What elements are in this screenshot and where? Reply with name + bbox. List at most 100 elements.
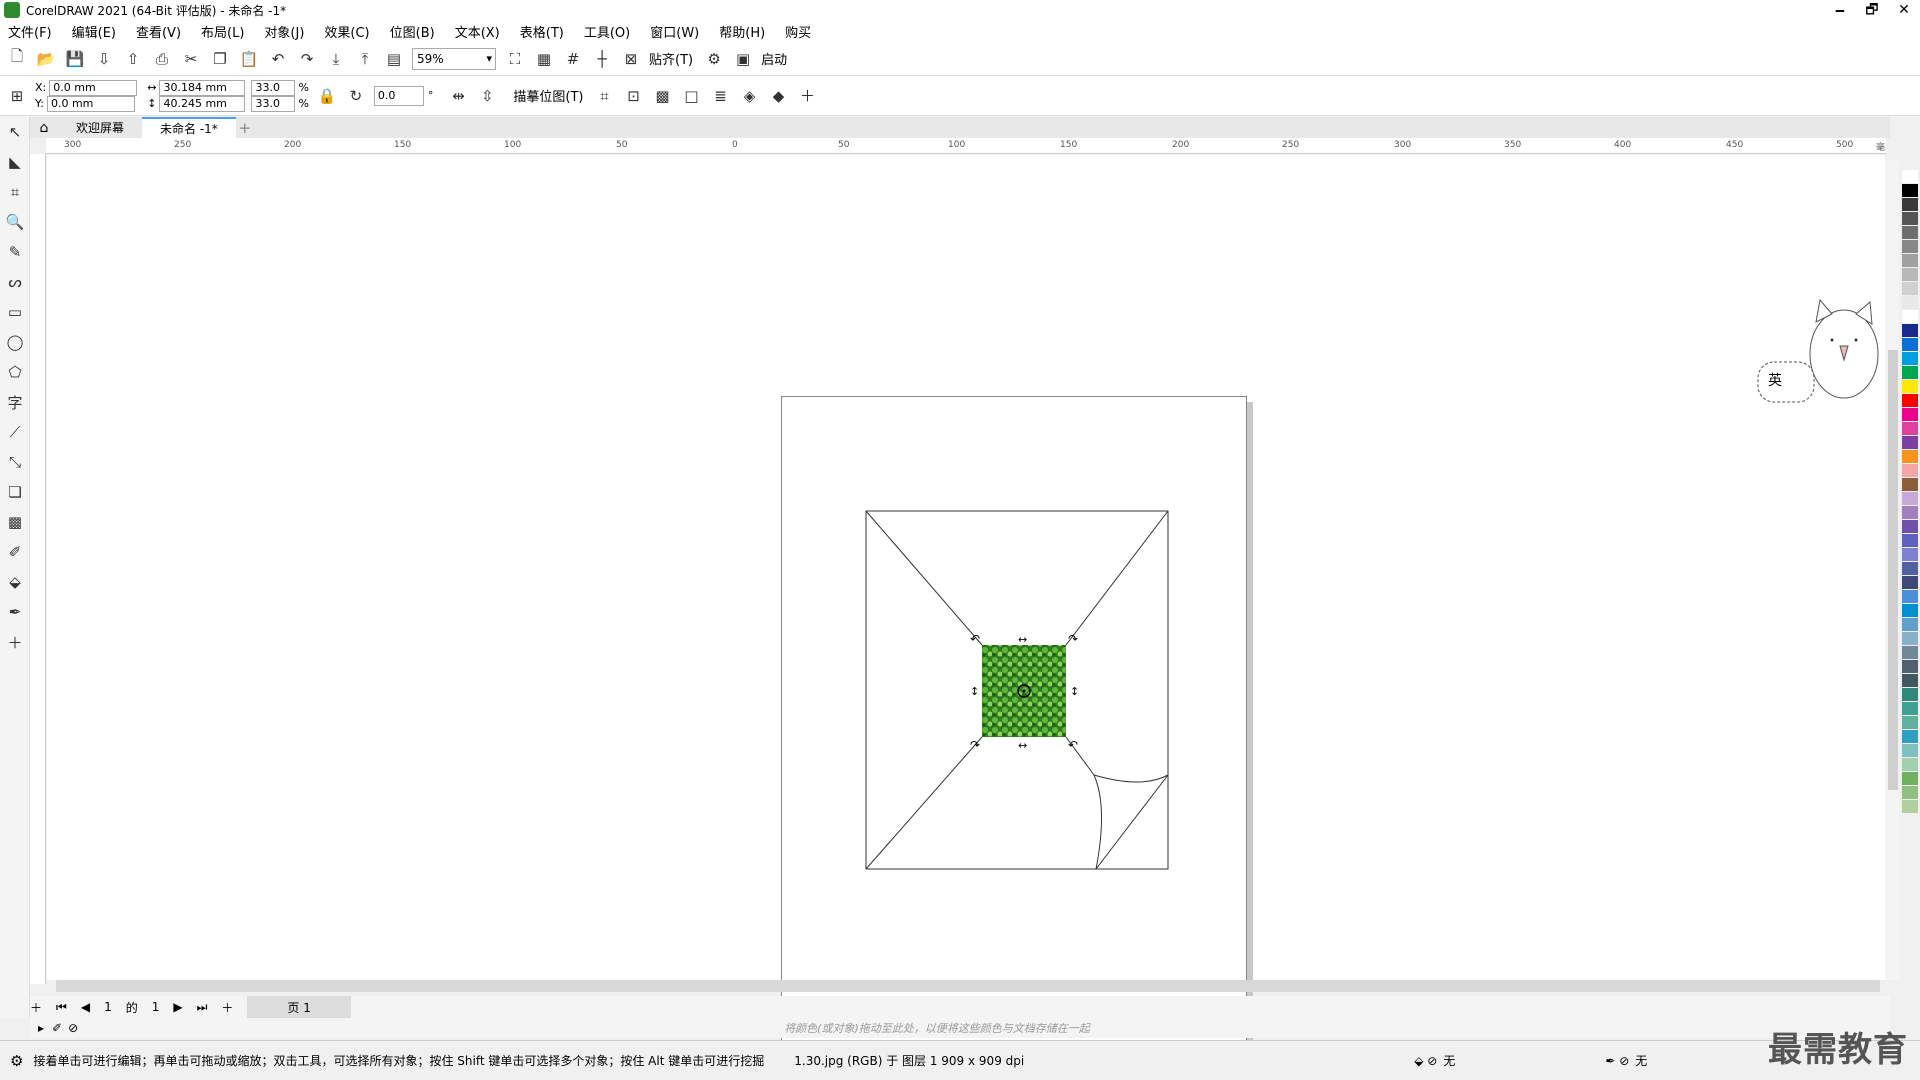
outline-indicator-icon[interactable]: ✒ ⊘: [1605, 1054, 1629, 1068]
first-page-icon[interactable]: ⏮: [56, 1000, 67, 1015]
color-swatch[interactable]: [1902, 478, 1918, 492]
pick-tool-icon[interactable]: ↖: [0, 117, 30, 147]
color-swatch[interactable]: [1902, 254, 1918, 268]
menu-edit[interactable]: 编辑(E): [72, 22, 116, 41]
skew-handle-right[interactable]: ↕: [1070, 685, 1079, 698]
artistic-media-tool-icon[interactable]: ᔕ: [0, 267, 30, 297]
skew-handle-bottom[interactable]: ↔: [1018, 739, 1027, 752]
color-swatch[interactable]: [1902, 436, 1918, 450]
menu-table[interactable]: 表格(T): [520, 22, 564, 41]
pdf-export-icon[interactable]: ▤: [383, 48, 405, 70]
export-icon[interactable]: ⤒: [354, 48, 376, 70]
color-swatch[interactable]: [1902, 464, 1918, 478]
rotate-handle-top-right[interactable]: ↷: [1068, 632, 1078, 646]
text-tool-icon[interactable]: 字: [0, 387, 30, 417]
add-icon[interactable]: ＋: [797, 85, 819, 107]
options-gear-icon[interactable]: ⚙: [703, 48, 725, 70]
menu-bitmaps[interactable]: 位图(B): [390, 22, 435, 41]
color-swatch[interactable]: [1902, 562, 1918, 576]
color-swatch[interactable]: [1902, 590, 1918, 604]
color-swatch[interactable]: [1902, 730, 1918, 744]
menu-layout[interactable]: 布局(L): [201, 22, 244, 41]
drop-shadow-tool-icon[interactable]: ❏: [0, 477, 30, 507]
width-input[interactable]: 30.184 mm: [159, 79, 246, 96]
color-swatch[interactable]: [1902, 338, 1918, 352]
snap-to-button[interactable]: 贴齐(T): [649, 49, 693, 68]
tab-document[interactable]: 未命名 -1*: [142, 117, 236, 138]
shape-tool-icon[interactable]: ◣: [0, 147, 30, 177]
menu-text[interactable]: 文本(X): [455, 22, 500, 41]
rectangle-tool-icon[interactable]: ▭: [0, 297, 30, 327]
rotate-handle-top-left[interactable]: ↶: [970, 632, 980, 646]
tab-welcome[interactable]: 欢迎屏幕: [58, 117, 142, 138]
y-position-input[interactable]: 0.0 mm: [46, 95, 135, 112]
resample-icon[interactable]: ⊡: [623, 85, 645, 107]
home-icon[interactable]: ⌂: [30, 120, 58, 136]
add-tab-button[interactable]: +: [236, 119, 254, 137]
height-input[interactable]: 40.245 mm: [159, 95, 246, 112]
edit-bitmap-icon[interactable]: ▩: [652, 85, 674, 107]
x-position-input[interactable]: 0.0 mm: [49, 79, 138, 96]
crop-bitmap-icon[interactable]: ⌗: [594, 85, 616, 107]
color-swatch[interactable]: [1902, 212, 1918, 226]
launch-icon[interactable]: ▣: [732, 48, 754, 70]
color-swatch[interactable]: [1902, 170, 1918, 184]
color-swatch[interactable]: [1902, 324, 1918, 338]
launch-button[interactable]: 启动: [761, 49, 787, 68]
restore-button[interactable]: 🗗: [1856, 0, 1888, 20]
color-swatch[interactable]: [1902, 408, 1918, 422]
color-swatch[interactable]: [1902, 352, 1918, 366]
smart-fill-tool-icon[interactable]: ✒: [0, 597, 30, 627]
add-tool-icon[interactable]: ＋: [0, 627, 30, 657]
color-swatch[interactable]: [1902, 800, 1918, 814]
color-swatch[interactable]: [1902, 716, 1918, 730]
new-document-icon[interactable]: 🗋: [6, 47, 28, 70]
ellipse-tool-icon[interactable]: ◯: [0, 327, 30, 357]
mirror-vertical-icon[interactable]: ⇳: [476, 85, 498, 107]
color-swatch[interactable]: [1902, 632, 1918, 646]
color-swatch[interactable]: [1902, 520, 1918, 534]
color-swatch[interactable]: [1902, 674, 1918, 688]
paste-icon[interactable]: 📋: [238, 48, 260, 70]
color-swatch[interactable]: [1902, 604, 1918, 618]
color-swatch[interactable]: [1902, 744, 1918, 758]
polygon-tool-icon[interactable]: ⬠: [0, 357, 30, 387]
color-swatch[interactable]: [1902, 450, 1918, 464]
lock-ratio-icon[interactable]: 🔒: [316, 85, 338, 107]
mirror-horizontal-icon[interactable]: ⇹: [447, 85, 469, 107]
color-swatch[interactable]: [1902, 310, 1918, 324]
zoom-tool-icon[interactable]: 🔍: [0, 207, 30, 237]
interactive-fill-tool-icon[interactable]: ⬙: [0, 567, 30, 597]
color-swatch[interactable]: [1902, 548, 1918, 562]
bitmap-frame-icon[interactable]: □: [681, 85, 703, 107]
rotate-handle-bottom-left[interactable]: ↷: [970, 738, 980, 752]
color-swatch[interactable]: [1902, 422, 1918, 436]
menu-window[interactable]: 窗口(W): [650, 22, 699, 41]
show-rulers-icon[interactable]: ▦: [533, 48, 555, 70]
freehand-tool-icon[interactable]: ✎: [0, 237, 30, 267]
guidelines-icon[interactable]: ┼: [591, 48, 613, 70]
rotate-handle-bottom-right[interactable]: ↶: [1068, 738, 1078, 752]
vertical-scroll-thumb[interactable]: [1888, 350, 1898, 790]
crop-tool-icon[interactable]: ⌗: [0, 177, 30, 207]
color-swatch[interactable]: [1902, 296, 1918, 310]
wrap-text-icon[interactable]: ≣: [710, 85, 732, 107]
color-swatch[interactable]: [1902, 646, 1918, 660]
minimize-button[interactable]: 🗕: [1824, 0, 1856, 20]
redo-icon[interactable]: ↷: [296, 48, 318, 70]
no-color-swatch-icon[interactable]: ⊘: [68, 1021, 78, 1035]
color-swatch[interactable]: [1902, 576, 1918, 590]
rotation-input[interactable]: 0.0: [373, 85, 424, 106]
expand-icon[interactable]: ▸: [38, 1021, 44, 1035]
menu-buy[interactable]: 购买: [785, 22, 811, 41]
color-swatch[interactable]: [1902, 198, 1918, 212]
fill-indicator-icon[interactable]: ⬙ ⊘: [1414, 1054, 1437, 1068]
transparency-tool-icon[interactable]: ▩: [0, 507, 30, 537]
document-page[interactable]: ↔ ↔ ↕ ↕ ↶ ↷ ↷ ↶: [781, 396, 1247, 1054]
cloud-upload-icon[interactable]: ⇧: [122, 48, 144, 70]
menu-help[interactable]: 帮助(H): [719, 22, 765, 41]
parallel-dimension-tool-icon[interactable]: ⟋: [0, 417, 30, 447]
cloud-download-icon[interactable]: ⇩: [93, 48, 115, 70]
color-swatch[interactable]: [1902, 268, 1918, 282]
menu-view[interactable]: 查看(V): [136, 22, 181, 41]
